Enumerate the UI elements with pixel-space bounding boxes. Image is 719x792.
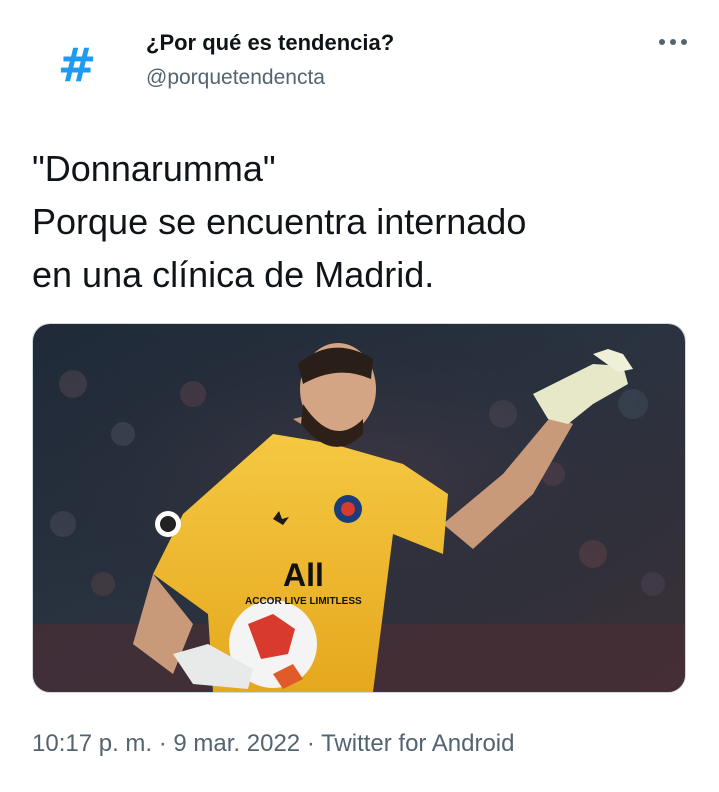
jersey-sponsor-logo: All (283, 557, 324, 593)
more-dots-icon (659, 39, 687, 45)
tweet-time[interactable]: 10:17 p. m. (32, 730, 152, 757)
tweet: # ¿Por qué es tendencia? @porquetendenct… (0, 0, 719, 792)
tweet-photo[interactable]: All ACCOR LIVE LIMITLESS (32, 323, 686, 693)
tweet-text: "Donnarumma" Porque se encuentra interna… (32, 148, 527, 295)
more-options-button[interactable] (653, 28, 693, 56)
display-name[interactable]: ¿Por qué es tendencia? (146, 28, 394, 58)
tweet-source[interactable]: Twitter for Android (321, 730, 514, 757)
meta-separator-1: · (152, 730, 174, 757)
user-handle[interactable]: @porquetendencta (146, 63, 394, 93)
tweet-date[interactable]: 9 mar. 2022 (173, 730, 300, 757)
user-info: ¿Por qué es tendencia? @porquetendencta (146, 28, 394, 93)
hashtag-icon: # (57, 38, 97, 92)
meta-separator-2: · (300, 730, 322, 757)
jersey-sponsor-text: ACCOR LIVE LIMITLESS (245, 596, 362, 607)
avatar[interactable]: # (34, 22, 120, 108)
goalkeeper-photo: All ACCOR LIVE LIMITLESS (33, 324, 685, 692)
tweet-meta: 10:17 p. m. · 9 mar. 2022 · Twitter for … (32, 728, 514, 760)
